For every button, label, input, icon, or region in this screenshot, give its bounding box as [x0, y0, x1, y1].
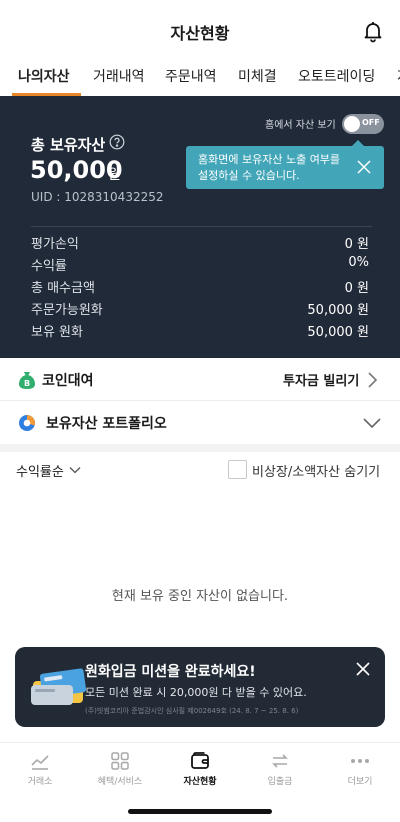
divider — [31, 226, 372, 227]
summary-value: 0 원 — [344, 237, 369, 252]
close-icon[interactable] — [356, 159, 372, 175]
empty-state-message: 현재 보유 중인 자산이 없습니다. — [111, 589, 289, 604]
summary-label: 수익률 — [31, 259, 67, 274]
chevron-down-icon — [69, 467, 81, 474]
tab-bar: 나의자산 거래내역 주문내역 미체결 오토트레이딩 지 — [0, 58, 400, 96]
nav-label: 거래소 — [27, 777, 53, 787]
toggle-tooltip: 홈화면에 보유자산 노출 여부를 설정하실 수 있습니다. — [186, 140, 384, 189]
banner-title: 원화입금 미션을 완료하세요! — [85, 664, 256, 680]
coin-loan-row[interactable]: B 코인대여 투자금 빌리기 — [0, 358, 400, 401]
chart-line-icon — [31, 755, 49, 770]
tab-orders[interactable]: 주문내역 — [165, 66, 217, 86]
more-dots-icon — [351, 759, 369, 763]
nav-label: 혜택/서비스 — [97, 777, 143, 787]
section-separator — [0, 444, 400, 452]
tab-my-assets[interactable]: 나의자산 — [18, 66, 70, 86]
summary-label: 주문가능원화 — [31, 303, 103, 318]
chevron-right-icon — [368, 372, 378, 388]
tab-auto-trading[interactable]: 오토트레이딩 — [298, 66, 375, 86]
borrow-link[interactable]: 투자금 빌리기 — [283, 370, 359, 389]
sort-dropdown[interactable]: 수익률순 — [16, 461, 64, 480]
nav-benefits[interactable]: 혜택/서비스 — [80, 743, 160, 799]
user-uid: UID : 1028310432252 — [31, 190, 164, 204]
promo-banner[interactable]: 원화입금 미션을 완료하세요! 모든 미션 완료 시 20,000원 다 받을 … — [15, 647, 385, 727]
summary-label: 평가손익 — [31, 237, 79, 252]
coin-loan-label: 코인대여 — [42, 373, 94, 389]
bottom-nav: 거래소 혜택/서비스 자산현황 입출금 더보기 — [0, 742, 400, 822]
transfer-arrows-icon — [272, 754, 288, 768]
svg-text:B: B — [24, 379, 30, 388]
total-assets-label: 총 보유자산 — [31, 136, 106, 154]
home-assets-toggle[interactable]: OFF — [342, 114, 384, 134]
toggle-state: OFF — [362, 118, 380, 127]
banner-description: 모든 미션 완료 시 20,000원 다 받을 수 있어요. — [85, 686, 307, 699]
nav-label: 자산현황 — [183, 777, 217, 787]
tab-transactions[interactable]: 거래내역 — [93, 66, 145, 86]
nav-more[interactable]: 더보기 — [320, 743, 400, 799]
chevron-down-icon[interactable] — [362, 416, 382, 430]
nav-assets[interactable]: 자산현황 — [160, 743, 240, 799]
summary-row-held-krw: 보유 원화 50,000 원 — [31, 321, 369, 341]
page-title: 자산현황 — [170, 24, 230, 43]
toggle-knob — [344, 116, 360, 132]
summary-label: 보유 원화 — [31, 325, 83, 340]
summary-value: 0% — [348, 255, 369, 270]
wallet-card-illustration — [31, 668, 87, 705]
summary-label: 총 매수금액 — [31, 281, 95, 296]
hide-small-assets-label[interactable]: 비상장/소액자산 숨기기 — [252, 461, 380, 480]
money-bag-icon: B — [19, 372, 35, 389]
grid-icon — [111, 752, 129, 770]
tooltip-text: 홈화면에 보유자산 노출 여부를 설정하실 수 있습니다. — [198, 153, 341, 182]
bell-icon[interactable] — [361, 19, 385, 43]
close-icon[interactable] — [355, 661, 371, 677]
nav-deposit-withdraw[interactable]: 입출금 — [240, 743, 320, 799]
banner-fine-print: (주)빗썸코리아 준법감시인 심사필 제002649호 (24. 8. 7 ~ … — [85, 707, 299, 715]
nav-exchange[interactable]: 거래소 — [0, 743, 80, 799]
tooltip-arrow — [352, 140, 364, 146]
summary-value: 0 원 — [344, 281, 369, 296]
nav-label: 입출금 — [267, 777, 293, 787]
summary-row-pnl: 평가손익 0 원 — [31, 233, 369, 253]
summary-value: 50,000 원 — [307, 303, 369, 318]
total-assets-unit: 원 — [108, 167, 121, 183]
help-icon[interactable] — [109, 134, 125, 150]
hide-small-assets-checkbox[interactable] — [228, 460, 247, 479]
tab-unfilled[interactable]: 미체결 — [238, 66, 277, 86]
header: 자산현황 — [0, 0, 400, 58]
summary-row-return: 수익률 0% — [31, 255, 369, 275]
wallet-icon — [191, 752, 209, 769]
portfolio-row[interactable]: 보유자산 포트폴리오 — [0, 402, 400, 444]
summary-row-total-buy: 총 매수금액 0 원 — [31, 277, 369, 297]
summary-row-available-krw: 주문가능원화 50,000 원 — [31, 299, 369, 319]
pie-chart-icon — [19, 415, 36, 431]
summary-value: 50,000 원 — [307, 325, 369, 340]
portfolio-label: 보유자산 포트폴리오 — [46, 416, 167, 432]
home-toggle-label: 홈에서 자산 보기 — [265, 120, 336, 131]
nav-label: 더보기 — [347, 777, 373, 787]
asset-summary-panel: 홈에서 자산 보기 OFF 홈화면에 보유자산 노출 여부를 설정하실 수 있습… — [0, 96, 400, 358]
home-indicator — [128, 809, 272, 814]
